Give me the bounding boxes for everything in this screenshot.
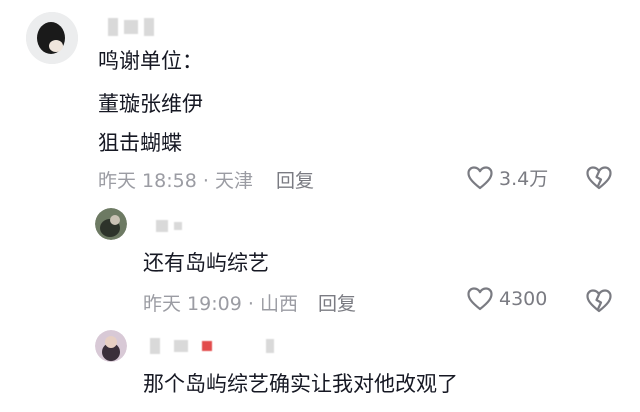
broken-heart-icon bbox=[586, 166, 612, 190]
username-blurred[interactable] bbox=[156, 220, 182, 232]
like-count: 3.4万 bbox=[499, 168, 549, 190]
heart-outline-icon bbox=[467, 165, 493, 190]
comment-text-line: 那个岛屿综艺确实让我对他改观了 bbox=[143, 372, 458, 396]
like-button[interactable]: 3.4万 bbox=[467, 164, 548, 191]
comment-time: 昨天 18:58 bbox=[98, 170, 197, 192]
comment-location: 天津 bbox=[214, 170, 253, 192]
dot-separator: · bbox=[247, 293, 254, 315]
comment-item: 还有岛屿综艺 昨天 19:09 · 山西 回复 4300 bbox=[0, 200, 640, 320]
username-blurred[interactable] bbox=[150, 338, 274, 354]
dislike-button[interactable] bbox=[586, 289, 612, 313]
username-blurred[interactable] bbox=[108, 18, 154, 36]
comment-text-line: 董璇张维伊 bbox=[98, 92, 203, 116]
comment-text-line: 鸣谢单位： bbox=[98, 49, 203, 73]
broken-heart-icon bbox=[586, 289, 612, 313]
comment-location: 山西 bbox=[259, 293, 298, 315]
like-count: 4300 bbox=[499, 288, 548, 310]
comment-item: 鸣谢单位： 董璇张维伊 狙击蝴蝶 昨天 18:58 · 天津 回复 3.4万 bbox=[0, 0, 640, 200]
comment-text-line: 还有岛屿综艺 bbox=[143, 251, 269, 275]
comment-time: 昨天 19:09 bbox=[143, 293, 242, 315]
comment-meta: 昨天 18:58 · 天津 bbox=[98, 166, 253, 193]
like-button[interactable]: 4300 bbox=[467, 287, 547, 311]
avatar[interactable] bbox=[26, 12, 78, 64]
avatar[interactable] bbox=[95, 208, 127, 240]
dislike-button[interactable] bbox=[586, 166, 612, 190]
reply-button[interactable]: 回复 bbox=[318, 289, 356, 316]
dot-separator: · bbox=[202, 170, 209, 192]
comment-meta: 昨天 19:09 · 山西 bbox=[143, 289, 298, 316]
heart-outline-icon bbox=[467, 287, 493, 311]
comment-text-line: 狙击蝴蝶 bbox=[98, 131, 182, 155]
reply-button[interactable]: 回复 bbox=[276, 166, 314, 193]
comment-item: 那个岛屿综艺确实让我对他改观了 bbox=[0, 320, 640, 412]
avatar[interactable] bbox=[95, 330, 127, 362]
